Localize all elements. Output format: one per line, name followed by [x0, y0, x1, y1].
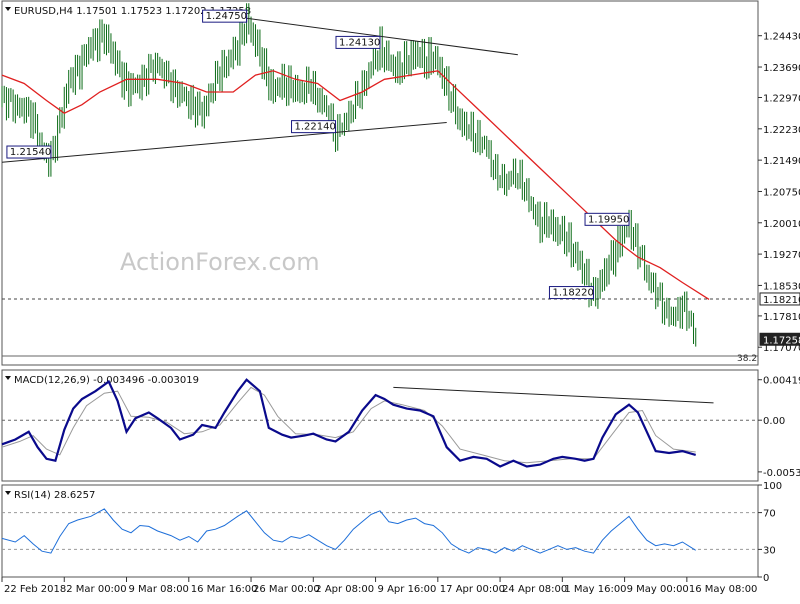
- price-ytick-label: 1.24430: [763, 32, 800, 43]
- price-ytick-label: 1.17810: [763, 312, 800, 323]
- x-tick-label: 26 Mar 00:00: [253, 584, 320, 595]
- rsi-ytick-label: 70: [763, 509, 776, 520]
- price-annotation-label: 1.24130: [339, 37, 380, 48]
- macd-ytick-label: -0.005356: [763, 468, 800, 479]
- macd-signal-line: [1, 386, 696, 464]
- x-tick-label: 2 Mar 00:00: [66, 584, 126, 595]
- price-trendline: [1, 121, 447, 163]
- watermark: ActionForex.com: [120, 248, 320, 276]
- price-ytick-label: 1.23690: [763, 63, 800, 74]
- x-tick-label: 16 Mar 16:00: [191, 584, 258, 595]
- x-tick-label: 9 May 00:00: [627, 584, 689, 595]
- rsi-line: [1, 508, 696, 554]
- price-ytick-label: 1.22230: [763, 125, 800, 136]
- price-ytick-label: 1.22970: [763, 94, 800, 105]
- macd-dropdown-icon: [5, 376, 11, 380]
- rsi-title: RSI(14) 28.6257: [14, 490, 95, 501]
- rsi-ytick-label: 30: [763, 545, 776, 556]
- fib-label: 38.2: [737, 354, 757, 364]
- x-tick-label: 17 Apr 00:00: [440, 584, 505, 595]
- price-annotation-label: 1.22140: [295, 122, 336, 133]
- price-annotation-label: 1.18220: [552, 288, 593, 299]
- macd-trendline: [393, 386, 714, 404]
- x-tick-label: 2 Apr 08:00: [315, 584, 374, 595]
- current-price-label: 1.17258: [763, 335, 800, 346]
- price-ytick-label: 1.19270: [763, 250, 800, 261]
- price-dropdown-icon: [5, 7, 11, 11]
- chart-root: 1.24430 1.23690 1.22970 1.22230 1.21490 1.207…: [0, 0, 800, 600]
- macd-ytick-label: 0.004193: [763, 376, 800, 387]
- price-annotation-label: 1.19950: [588, 214, 629, 225]
- x-tick-label: 24 Apr 08:00: [502, 584, 567, 595]
- rsi-ytick-label: 0: [763, 573, 769, 584]
- chart-canvas: 1.24430 1.23690 1.22970 1.22230 1.21490 1.207…: [1, 0, 800, 595]
- x-tick-label: 9 Mar 08:00: [129, 584, 189, 595]
- x-tick-label: 22 Feb 2018: [4, 584, 66, 595]
- x-tick-label: 1 May 16:00: [564, 584, 626, 595]
- price-ytick-label: 1.18530: [763, 281, 800, 292]
- x-tick-label: 9 Apr 16:00: [378, 584, 437, 595]
- rsi-dropdown-icon: [5, 491, 11, 495]
- rsi-ytick-label: 100: [763, 481, 782, 492]
- rsi-panel-frame: [1, 484, 759, 578]
- x-tick-label: 16 May 08:00: [689, 584, 758, 595]
- price-ytick-label: 1.20750: [763, 187, 800, 198]
- macd-ytick-label: 0.00: [763, 416, 785, 427]
- price-ytick-label: 1.21490: [763, 156, 800, 167]
- price-ytick-label: 1.20010: [763, 219, 800, 230]
- price-annotation-label: 1.21540: [10, 147, 51, 158]
- level-price-label: 1.18210: [763, 295, 800, 306]
- price-annotation-label: 1.24750: [206, 11, 247, 22]
